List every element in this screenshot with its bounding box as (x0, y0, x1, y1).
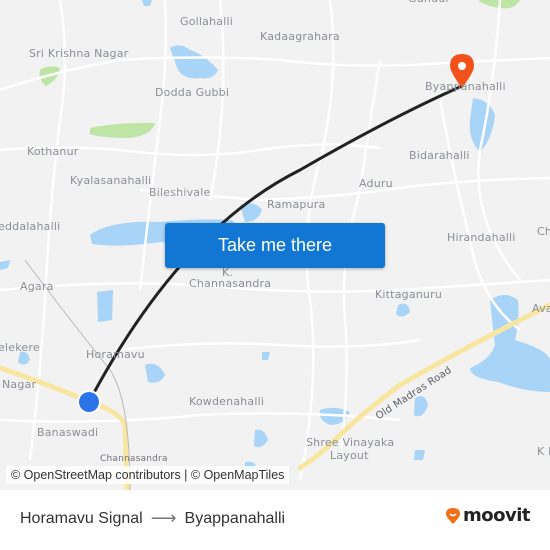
place-label: Hirandahalli (447, 231, 516, 244)
place-label: Bileshivale (149, 186, 211, 199)
place-label: Sri Krishna Nagar (29, 47, 129, 60)
brand-name: moovit (463, 505, 531, 526)
place-label: Ch (537, 225, 550, 238)
place-label: Nagar (2, 378, 37, 391)
place-label: Kyalasanahalli (70, 174, 152, 187)
destination-name: Byappanahalli (184, 509, 286, 527)
park-layer (39, 0, 520, 138)
place-label: Bidarahalli (409, 149, 470, 162)
origin-name: Horamavu Signal (20, 509, 143, 527)
footer: Horamavu Signal ⟶ Byappanahalli moovit (0, 490, 550, 550)
place-label: eddalahalli (0, 220, 61, 233)
place-label: Shree Vinayaka (306, 436, 395, 449)
place-label: Aduru (359, 177, 393, 190)
place-label: Byappanahalli (425, 80, 506, 93)
place-label: Horamavu (86, 348, 145, 361)
place-label: K L (537, 445, 550, 458)
moovit-logo[interactable]: moovit (445, 505, 531, 526)
place-label: Gundur (408, 0, 450, 5)
place-label: Kadaagrahara (260, 30, 340, 43)
place-label: Channasandra (189, 277, 272, 290)
place-label: Dodda Gubbi (155, 86, 230, 99)
place-label: Gollahalli (180, 15, 233, 28)
route-title: Horamavu Signal ⟶ Byappanahalli (20, 508, 285, 529)
origin-marker[interactable] (77, 390, 101, 414)
place-label: Kothanur (27, 145, 79, 158)
place-label: Kittaganuru (375, 288, 442, 301)
moovit-pin-icon (446, 507, 460, 524)
map[interactable]: Gundur Gollahalli Kadaagrahara Sri Krish… (0, 0, 550, 490)
map-attribution[interactable]: © OpenStreetMap contributors | © OpenMap… (6, 466, 290, 484)
arrow-right-icon: ⟶ (150, 508, 177, 528)
place-label: Ava (532, 302, 550, 315)
place-label: Banaswadi (37, 426, 99, 439)
place-label: Channasandra (100, 454, 168, 464)
place-label: Kowdenahalli (189, 395, 265, 408)
place-label: elekere (0, 341, 40, 354)
place-label: Ramapura (267, 198, 326, 211)
place-label: Layout (330, 449, 369, 462)
take-me-there-button[interactable]: Take me there (165, 223, 385, 268)
place-label: Agara (20, 280, 54, 293)
